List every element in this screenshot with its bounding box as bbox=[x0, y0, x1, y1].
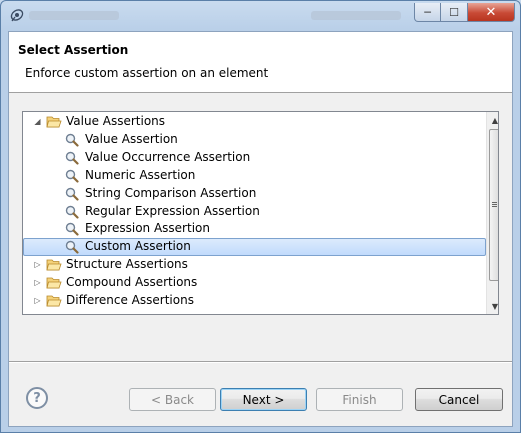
tree-item-label: String Comparison Assertion bbox=[85, 185, 257, 200]
magnifier-icon bbox=[65, 241, 79, 254]
title-bar[interactable]: ─ ☐ ✕ bbox=[1, 1, 520, 31]
tree-item-label: Custom Assertion bbox=[85, 239, 191, 254]
tree-item-label: Value Assertion bbox=[85, 131, 178, 146]
wizard-header: Select Assertion Enforce custom assertio… bbox=[9, 32, 512, 93]
collapse-arrow-icon[interactable]: ◢ bbox=[33, 117, 42, 126]
help-icon: ? bbox=[33, 390, 41, 406]
tree-folder-label: Value Assertions bbox=[66, 114, 166, 128]
magnifier-icon bbox=[65, 205, 79, 219]
tree-item-row[interactable]: Regular Expression Assertion bbox=[23, 203, 488, 221]
tree-folder-row[interactable]: ▷ Compound Assertions bbox=[23, 274, 488, 292]
scroll-up-arrow-icon[interactable]: ▲ bbox=[487, 112, 498, 128]
close-button[interactable]: ✕ bbox=[468, 3, 515, 22]
maximize-button[interactable]: ☐ bbox=[441, 3, 468, 22]
assertion-tree[interactable]: ▷ Difference Assertions ▷ Compound Assertio… bbox=[22, 111, 499, 315]
tree-item-label: Value Occurrence Assertion bbox=[85, 149, 251, 164]
button-bar-separator bbox=[9, 361, 512, 363]
tree-folder-label: Compound Assertions bbox=[66, 275, 198, 290]
tree-item-label: Regular Expression Assertion bbox=[85, 203, 260, 218]
expand-arrow-icon[interactable]: ▷ bbox=[33, 260, 42, 269]
tree-item-row[interactable]: Expression Assertion bbox=[23, 220, 488, 238]
dialog-window: ─ ☐ ✕ Select Assertion Enforce custom as… bbox=[0, 0, 521, 433]
scroll-down-arrow-icon[interactable]: ▼ bbox=[487, 298, 498, 314]
back-button[interactable]: < Back bbox=[129, 388, 216, 411]
magnifier-icon bbox=[65, 169, 79, 183]
tree-item-row[interactable]: Numeric Assertion bbox=[23, 167, 488, 185]
minimize-button[interactable]: ─ bbox=[414, 3, 441, 22]
tree-folder-row[interactable]: ▷ Difference Assertions bbox=[23, 292, 488, 310]
cancel-button[interactable]: Cancel bbox=[415, 388, 503, 411]
app-icon bbox=[10, 9, 24, 22]
tree-folder-row[interactable]: ◢ Value Assertions bbox=[23, 113, 488, 131]
tree-item-row[interactable]: Custom Assertion bbox=[23, 238, 488, 257]
tree-item-label: Expression Assertion bbox=[85, 221, 210, 236]
help-button[interactable]: ? bbox=[26, 387, 48, 409]
tree-item-label: Numeric Assertion bbox=[85, 167, 196, 182]
tree-folder-row[interactable]: ▷ Structure Assertions bbox=[23, 256, 488, 274]
tree-item-row[interactable]: String Comparison Assertion bbox=[23, 185, 488, 203]
tree-folder-label: Difference Assertions bbox=[66, 293, 194, 307]
magnifier-icon bbox=[65, 133, 79, 147]
tree-item-row[interactable]: Value Occurrence Assertion bbox=[23, 149, 488, 167]
open-folder-icon bbox=[46, 259, 62, 271]
scroll-thumb[interactable] bbox=[489, 129, 498, 281]
window-info-blurred bbox=[311, 11, 401, 20]
tree-vertical-scrollbar[interactable]: ▲ ▼ bbox=[486, 112, 498, 314]
page-description: Enforce custom assertion on an element bbox=[25, 66, 269, 80]
open-folder-icon bbox=[46, 277, 62, 289]
magnifier-icon bbox=[65, 187, 79, 201]
expand-arrow-icon[interactable]: ▷ bbox=[33, 278, 42, 287]
finish-button[interactable]: Finish bbox=[316, 388, 403, 411]
tree-item-row[interactable]: Value Assertion bbox=[23, 131, 488, 149]
dialog-client: Select Assertion Enforce custom assertio… bbox=[8, 31, 513, 427]
magnifier-icon bbox=[65, 223, 79, 236]
open-folder-icon bbox=[46, 295, 62, 307]
magnifier-icon bbox=[65, 151, 79, 165]
expand-arrow-icon[interactable]: ▷ bbox=[33, 296, 42, 305]
open-folder-icon bbox=[46, 116, 62, 128]
tree-folder-label: Structure Assertions bbox=[66, 257, 188, 272]
window-title-blurred bbox=[29, 11, 119, 20]
page-title: Select Assertion bbox=[18, 43, 129, 57]
next-button[interactable]: Next > bbox=[220, 388, 307, 411]
